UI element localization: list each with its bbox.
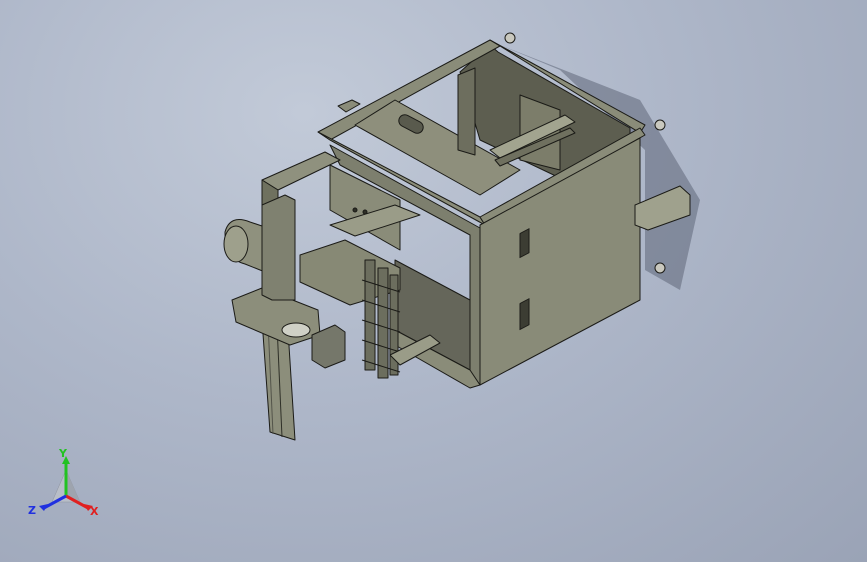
panel-cutout-upper xyxy=(519,228,530,259)
orientation-triad: Y X Z xyxy=(26,448,106,520)
gripper-ring xyxy=(281,322,311,338)
upper-frame xyxy=(261,151,341,191)
x-axis-label: X xyxy=(90,505,99,518)
z-axis-tower xyxy=(261,194,296,301)
top-tab-bracket xyxy=(337,99,361,113)
comb-rails xyxy=(364,259,399,379)
z-axis-label: Z xyxy=(28,504,36,517)
panel-cutout-lower xyxy=(519,298,530,331)
inner-post-left xyxy=(457,67,476,156)
3d-assembly-model[interactable] xyxy=(0,0,867,562)
graphics-viewport[interactable]: Y X Z xyxy=(0,0,867,562)
y-axis-label: Y xyxy=(59,447,67,460)
